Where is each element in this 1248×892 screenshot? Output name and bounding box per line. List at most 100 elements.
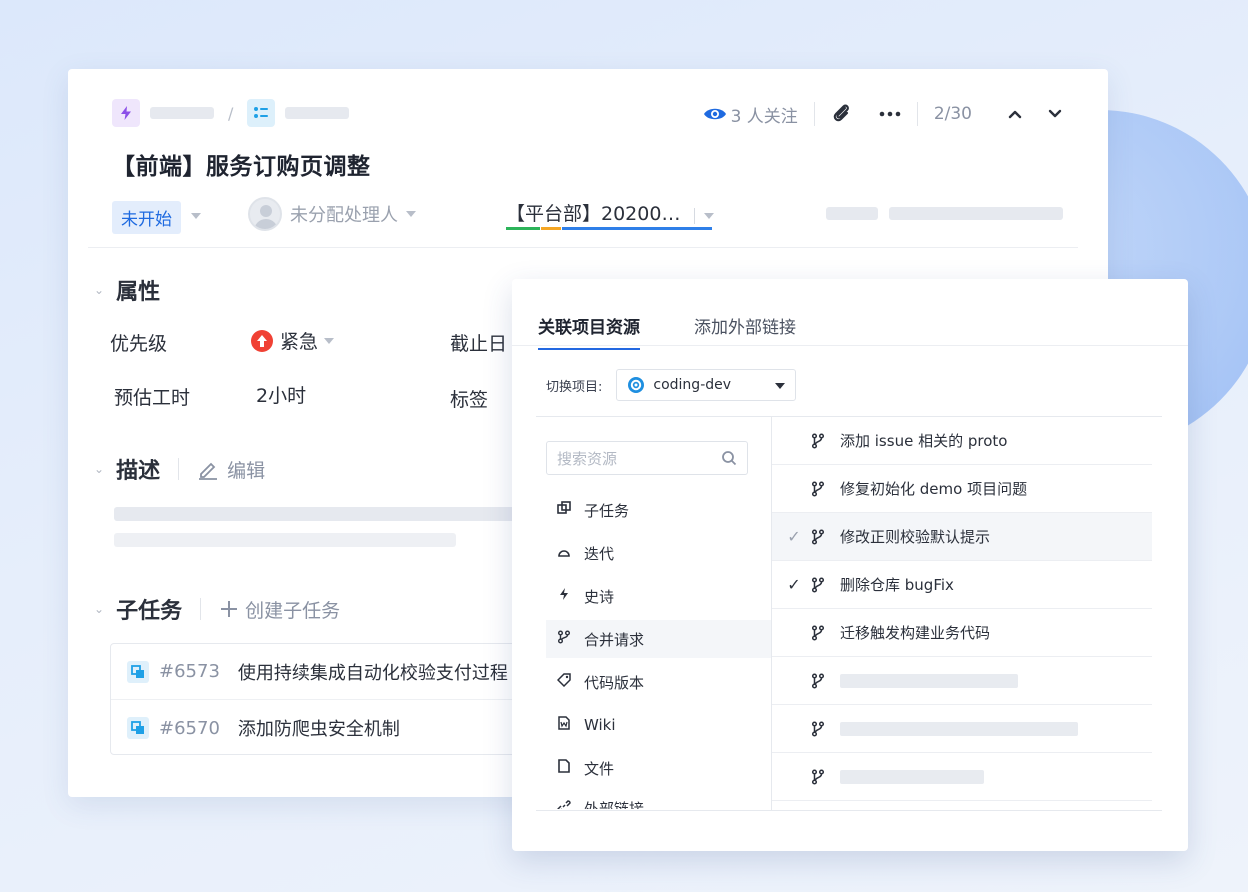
subtasks-title: 子任务 xyxy=(116,599,183,624)
category-label: 外部链接 xyxy=(584,799,645,810)
epic-icon[interactable] xyxy=(112,99,140,127)
wiki-icon xyxy=(556,716,572,734)
breadcrumb-separator: / xyxy=(228,103,234,123)
list-item[interactable] xyxy=(772,657,1152,705)
category-epic[interactable]: 史诗 xyxy=(546,577,772,615)
assignee-text: 未分配处理人 xyxy=(290,205,398,226)
search-placeholder: 搜索资源 xyxy=(557,449,618,468)
priority-selector[interactable]: 紧急 xyxy=(250,327,335,354)
chevron-up-icon[interactable] xyxy=(1008,109,1022,119)
edit-description-button[interactable]: 编辑 xyxy=(197,456,265,483)
link-icon xyxy=(556,799,572,809)
urgent-priority-icon xyxy=(251,329,273,352)
breadcrumb-placeholder xyxy=(150,107,214,119)
project-select[interactable]: coding-dev xyxy=(616,369,797,401)
category-file[interactable]: 文件 xyxy=(546,749,772,787)
attributes-section-header[interactable]: ⌄ 属性 xyxy=(94,274,160,306)
merge-request-icon xyxy=(808,528,828,545)
edit-label: 编辑 xyxy=(227,459,266,482)
category-iteration[interactable]: 迭代 xyxy=(546,534,772,572)
list-item[interactable]: 修复初始化 demo 项目问题 xyxy=(772,465,1152,513)
estimate-value[interactable]: 2小时 xyxy=(256,381,306,408)
merge-request-icon xyxy=(808,720,828,737)
list-item[interactable]: 添加 issue 相关的 proto xyxy=(772,417,1152,465)
subtasks-section-header[interactable]: ⌄ 子任务 创建子任务 xyxy=(94,593,340,625)
status-badge[interactable]: 未开始 xyxy=(112,201,181,234)
deadline-label: 截止日 xyxy=(450,333,508,355)
divider xyxy=(813,102,815,126)
subtask-id: #6573 xyxy=(159,661,220,682)
issue-meta-row: 未开始 未分配处理人 【平台部】20200… xyxy=(112,197,1072,234)
resource-placeholder xyxy=(840,721,1078,736)
category-subtask[interactable]: 子任务 xyxy=(546,491,772,529)
project-switcher: 切换项目: coding-dev xyxy=(546,369,797,401)
assignee-caret-icon xyxy=(406,211,416,217)
create-subtask-button[interactable]: 创建子任务 xyxy=(219,596,340,623)
pager-text: 2/30 xyxy=(933,104,972,124)
link-resource-popup: 关联项目资源 添加外部链接 切换项目: coding-dev 搜索资源 子任务 … xyxy=(512,279,1188,851)
iteration-caret-icon xyxy=(703,212,714,219)
collapse-chevron-icon[interactable]: ⌄ xyxy=(94,462,104,476)
tags-label: 标签 xyxy=(450,389,489,411)
dropdown-caret-icon xyxy=(775,383,786,389)
search-input[interactable]: 搜索资源 xyxy=(546,441,748,475)
resource-title: 删除仓库 bugFix xyxy=(840,576,954,594)
collapse-chevron-icon[interactable]: ⌄ xyxy=(94,602,104,616)
attributes-title: 属性 xyxy=(116,280,161,305)
assignee-selector[interactable]: 未分配处理人 xyxy=(248,197,416,231)
list-item[interactable]: ✓ 修改正则校验默认提示 xyxy=(772,513,1152,561)
chevron-down-icon[interactable] xyxy=(1048,109,1062,119)
priority-label: 优先级 xyxy=(110,333,168,355)
breadcrumb-placeholder xyxy=(285,107,350,119)
tag-icon xyxy=(556,673,572,691)
list-item[interactable]: 迁移触发构建业务代码 xyxy=(772,609,1152,657)
category-wiki[interactable]: Wiki xyxy=(546,706,772,744)
subtask-icon xyxy=(127,717,149,739)
subtask-icon xyxy=(556,501,572,519)
category-label: 子任务 xyxy=(584,501,630,520)
iteration-text: 【平台部】20200… xyxy=(506,203,681,225)
divider xyxy=(536,810,1162,811)
check-icon[interactable]: ✓ xyxy=(780,575,808,594)
file-icon xyxy=(556,759,572,777)
search-icon xyxy=(722,451,737,466)
subtask-title[interactable]: 添加防爬虫安全机制 xyxy=(238,715,400,741)
category-merge-request[interactable]: 合并请求 xyxy=(546,620,772,658)
merge-request-icon xyxy=(808,672,828,689)
iteration-icon xyxy=(556,544,572,562)
meta-placeholder xyxy=(889,207,1063,220)
edit-icon xyxy=(199,462,218,480)
check-icon[interactable]: ✓ xyxy=(780,527,808,546)
merge-request-icon xyxy=(808,624,828,641)
list-item[interactable] xyxy=(772,705,1152,753)
priority-value: 紧急 xyxy=(280,331,319,353)
attachment-icon[interactable] xyxy=(831,103,853,125)
divider xyxy=(512,345,1188,346)
collapse-chevron-icon[interactable]: ⌄ xyxy=(94,283,104,297)
category-external-link[interactable]: 外部链接 xyxy=(546,789,772,809)
issue-title[interactable]: 【前端】服务订购页调整 xyxy=(112,147,371,181)
merge-request-icon xyxy=(556,630,572,648)
watchers-button[interactable]: 3 人关注 xyxy=(703,102,798,127)
resource-title: 添加 issue 相关的 proto xyxy=(840,432,1008,450)
category-code-version[interactable]: 代码版本 xyxy=(546,663,772,701)
resource-placeholder xyxy=(840,673,1018,688)
project-gear-icon xyxy=(628,377,645,393)
status-caret-icon[interactable] xyxy=(191,213,201,219)
list-icon[interactable] xyxy=(247,99,276,127)
category-list: 搜索资源 子任务 迭代 史诗 合并请求 代码版本 Wiki 文件 外部链接 xyxy=(536,417,772,809)
subtask-title[interactable]: 使用持续集成自动化校验支付过程 xyxy=(238,659,508,685)
estimate-label: 预估工时 xyxy=(114,387,191,409)
iteration-selector[interactable]: 【平台部】20200… xyxy=(506,199,716,230)
watchers-text: 3 人关注 xyxy=(730,106,798,127)
resource-title: 修改正则校验默认提示 xyxy=(840,528,991,546)
more-icon[interactable] xyxy=(879,111,901,117)
description-section-header[interactable]: ⌄ 描述 编辑 xyxy=(94,453,265,485)
breadcrumb: / xyxy=(112,99,350,127)
subtask-icon xyxy=(127,660,149,683)
category-label: 文件 xyxy=(584,759,615,778)
list-item[interactable]: ✓ 删除仓库 bugFix xyxy=(772,561,1152,609)
epic-icon xyxy=(556,587,572,605)
priority-caret-icon xyxy=(324,337,335,344)
list-item[interactable] xyxy=(772,753,1152,801)
